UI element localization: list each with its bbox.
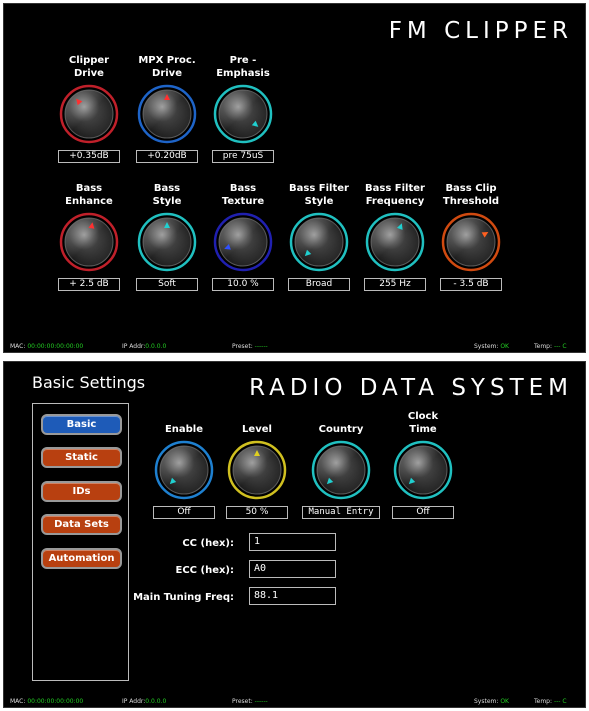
knob-dial[interactable] bbox=[137, 212, 197, 272]
knob-value-display: - 3.5 dB bbox=[440, 278, 502, 291]
mac-status: MAC: 00:00:00:00:00:00 bbox=[10, 343, 84, 350]
settings-sidebar: Basic Static IDs Data Sets Automation bbox=[32, 403, 129, 681]
cc-hex-label: CC (hex): bbox=[182, 538, 234, 549]
knob-label: Bass Texture bbox=[221, 183, 265, 207]
pre-emphasis-knob: Pre - Emphasis pre 75uS bbox=[208, 54, 278, 163]
enable-knob: Enable Off bbox=[149, 410, 219, 519]
knob-value-display: Soft bbox=[136, 278, 198, 291]
knob-label: Pre - Emphasis bbox=[216, 55, 270, 79]
knob-value-display: 50 % bbox=[226, 506, 288, 519]
knob-label: Level bbox=[242, 424, 272, 435]
knob-dial[interactable] bbox=[311, 440, 371, 500]
knob-dial[interactable] bbox=[59, 212, 119, 272]
knob-dial[interactable] bbox=[137, 84, 197, 144]
bass-texture-knob: Bass Texture 10.0 % bbox=[208, 182, 278, 291]
system-status: System: OK bbox=[474, 343, 509, 350]
knob-label: Clipper Drive bbox=[68, 55, 110, 79]
bass-clip-threshold-knob: Bass Clip Threshold - 3.5 dB bbox=[436, 182, 506, 291]
bass-enhance-knob: Bass Enhance + 2.5 dB bbox=[54, 182, 124, 291]
knob-dial[interactable] bbox=[441, 212, 501, 272]
knob-label: Clock Time bbox=[407, 411, 439, 435]
knob-value-display: Broad bbox=[288, 278, 350, 291]
knob-dial[interactable] bbox=[213, 212, 273, 272]
knob-label: Country bbox=[318, 424, 364, 435]
knob-value-display: Off bbox=[392, 506, 454, 519]
knob-label: Bass Enhance bbox=[65, 183, 113, 207]
fm-clipper-panel: FM CLIPPER Clipper Drive +0.35dB MPX Proc… bbox=[3, 3, 586, 353]
knob-label: MPX Proc. Drive bbox=[138, 55, 196, 79]
preset-status: Preset: ------ bbox=[232, 343, 268, 350]
cc-hex-input[interactable]: 1 bbox=[249, 533, 336, 551]
knob-value-display: pre 75uS bbox=[212, 150, 274, 163]
mac-status: MAC: 00:00:00:00:00:00 bbox=[10, 698, 84, 705]
temp-status: Temp: --- C bbox=[534, 698, 567, 705]
fm-clipper-title: FM CLIPPER bbox=[388, 18, 573, 44]
knob-dial[interactable] bbox=[59, 84, 119, 144]
ip-status: IP Addr:0.0.0.0 bbox=[122, 343, 167, 350]
knob-dial[interactable] bbox=[393, 440, 453, 500]
knob-label: Bass Filter Frequency bbox=[365, 183, 425, 207]
level-knob: Level 50 % bbox=[222, 410, 292, 519]
knob-dial[interactable] bbox=[213, 84, 273, 144]
knob-dial[interactable] bbox=[365, 212, 425, 272]
rds-panel: Basic Settings RADIO DATA SYSTEM Basic S… bbox=[3, 361, 586, 708]
temp-status: Temp: --- C bbox=[534, 343, 567, 350]
knob-label: Bass Clip Threshold bbox=[442, 183, 500, 207]
main-tuning-freq-label: Main Tuning Freq: bbox=[133, 592, 234, 603]
ecc-hex-label: ECC (hex): bbox=[175, 565, 234, 576]
ip-status: IP Addr:0.0.0.0 bbox=[122, 698, 167, 705]
nav-static-button[interactable]: Static bbox=[41, 447, 122, 468]
nav-data-sets-button[interactable]: Data Sets bbox=[41, 514, 122, 535]
mpx-proc-drive-knob: MPX Proc. Drive +0.20dB bbox=[132, 54, 202, 163]
knob-value-display: 255 Hz bbox=[364, 278, 426, 291]
nav-automation-button[interactable]: Automation bbox=[41, 548, 122, 569]
main-tuning-freq-input[interactable]: 88.1 bbox=[249, 587, 336, 605]
clipper-drive-knob: Clipper Drive +0.35dB bbox=[54, 54, 124, 163]
country-knob: Country Manual Entry bbox=[302, 410, 380, 519]
bass-style-knob: Bass Style Soft bbox=[132, 182, 202, 291]
knob-value-display: Manual Entry bbox=[302, 506, 380, 519]
nav-basic-button[interactable]: Basic bbox=[41, 414, 122, 435]
bass-filter-style-knob: Bass Filter Style Broad bbox=[284, 182, 354, 291]
knob-label: Bass Filter Style bbox=[289, 183, 349, 207]
rds-title: RADIO DATA SYSTEM bbox=[249, 375, 573, 401]
clock-time-knob: Clock Time Off bbox=[388, 410, 458, 519]
preset-status: Preset: ------ bbox=[232, 698, 268, 705]
knob-value-display: +0.20dB bbox=[136, 150, 198, 163]
knob-value-display: Off bbox=[153, 506, 215, 519]
settings-title: Basic Settings bbox=[32, 373, 146, 392]
knob-dial[interactable] bbox=[227, 440, 287, 500]
knob-dial[interactable] bbox=[154, 440, 214, 500]
system-status: System: OK bbox=[474, 698, 509, 705]
knob-dial[interactable] bbox=[289, 212, 349, 272]
knob-label: Enable bbox=[164, 424, 204, 435]
knob-value-display: + 2.5 dB bbox=[58, 278, 120, 291]
nav-ids-button[interactable]: IDs bbox=[41, 481, 122, 502]
bass-filter-frequency-knob: Bass Filter Frequency 255 Hz bbox=[360, 182, 430, 291]
knob-label: Bass Style bbox=[152, 183, 182, 207]
knob-value-display: +0.35dB bbox=[58, 150, 120, 163]
ecc-hex-input[interactable]: A0 bbox=[249, 560, 336, 578]
knob-value-display: 10.0 % bbox=[212, 278, 274, 291]
